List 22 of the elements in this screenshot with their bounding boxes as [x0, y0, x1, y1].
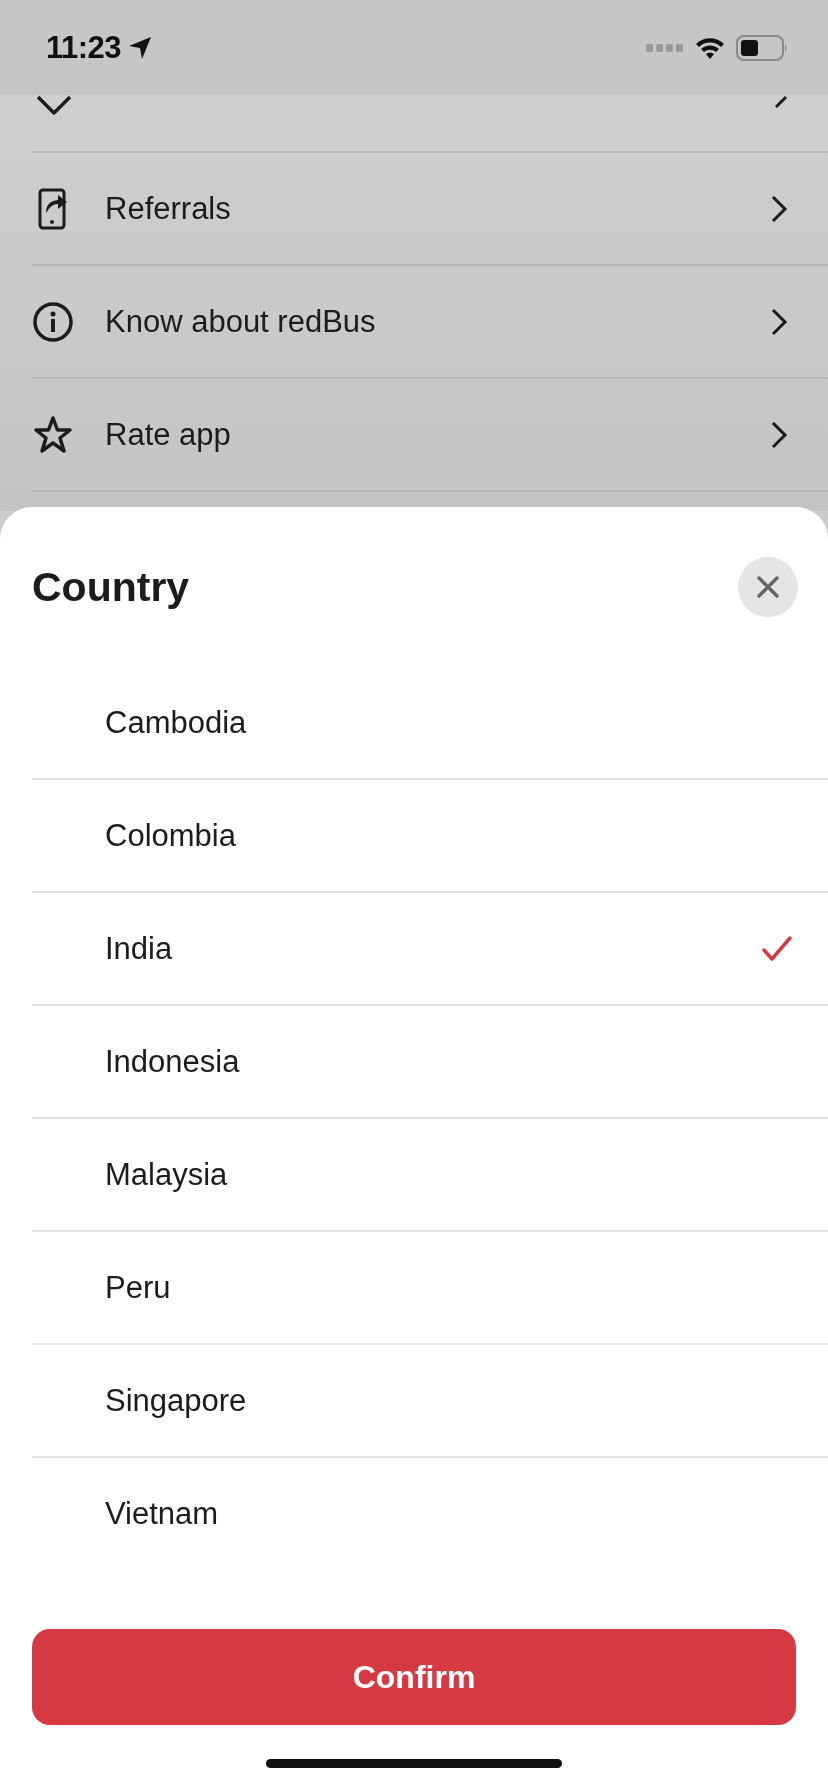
wifi-icon [694, 35, 726, 60]
menu-item[interactable]: Rate app [32, 379, 828, 492]
chevron-down-icon [36, 95, 72, 117]
menu-item[interactable]: Know about redBus [32, 266, 828, 379]
country-option[interactable]: Peru [32, 1232, 828, 1345]
info-icon [32, 300, 74, 343]
close-icon [757, 576, 779, 598]
confirm-button[interactable]: Confirm [32, 1629, 796, 1725]
country-option[interactable]: Colombia [32, 780, 828, 893]
country-option[interactable]: India [32, 893, 828, 1006]
location-arrow-icon [127, 34, 154, 61]
country-option[interactable]: Singapore [32, 1345, 828, 1458]
country-option[interactable]: Cambodia [32, 667, 828, 780]
battery-icon [736, 34, 788, 61]
signal-icon [646, 42, 684, 53]
country-option[interactable]: Malaysia [32, 1119, 828, 1232]
country-option[interactable]: Vietnam [32, 1458, 828, 1569]
clock-time: 11:23 [46, 29, 122, 66]
country-option[interactable]: Indonesia [32, 1006, 828, 1119]
star-icon [32, 413, 74, 456]
menu-item[interactable]: Referrals [32, 153, 828, 266]
sheet-title: Country [32, 563, 190, 611]
